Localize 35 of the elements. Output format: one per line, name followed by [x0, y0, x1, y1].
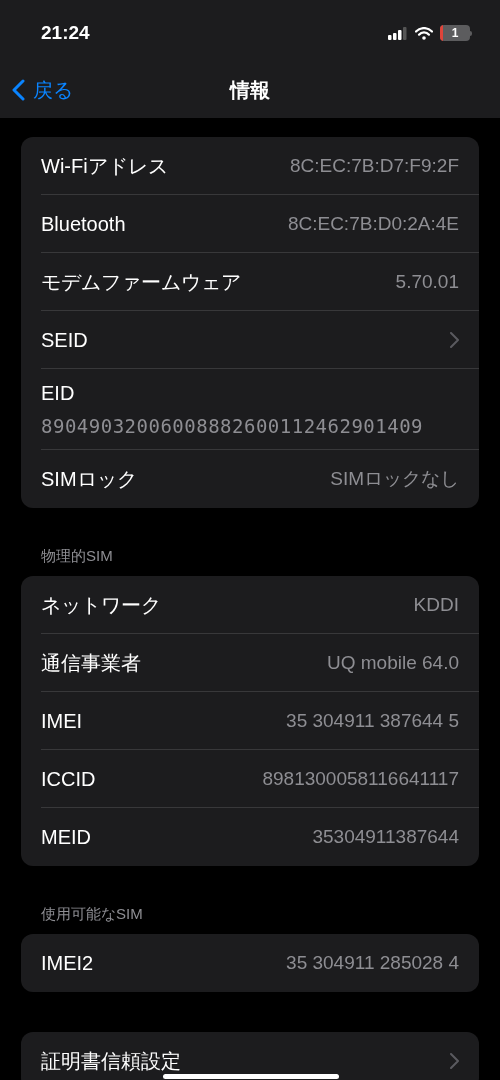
row-value: 35 304911 285028 4	[286, 951, 459, 975]
row-label: 通信事業者	[41, 650, 141, 675]
row-label: IMEI	[41, 708, 83, 733]
row-value: 5.70.01	[395, 269, 459, 294]
battery-icon: 1	[440, 25, 472, 41]
chevron-icon	[450, 1053, 459, 1069]
wifi-icon	[415, 26, 433, 40]
row-value: UQ mobile 64.0	[327, 650, 459, 675]
row-value: 89049032006008882600112462901409	[41, 413, 425, 439]
row-value: KDDI	[413, 592, 459, 617]
signal-icon	[388, 26, 408, 40]
status-time: 21:24	[41, 20, 90, 45]
row-value: 8C:EC:7B:D7:F9:2F	[290, 153, 459, 178]
row-label: Wi-Fiアドレス	[41, 153, 168, 178]
back-chevron-icon	[12, 79, 25, 101]
settings-row[interactable]: 証明書信頼設定	[41, 1032, 479, 1080]
chevron-icon	[450, 331, 459, 348]
row-label: ネットワーク	[41, 592, 161, 617]
row-label: Bluetooth	[41, 211, 126, 236]
row-label: EID	[41, 380, 76, 406]
row-label: SIMロック	[41, 467, 137, 491]
back-button[interactable]: 戻る	[0, 75, 73, 105]
row-value: SIMロックなし	[330, 467, 459, 491]
row-label: MEID	[41, 825, 91, 849]
row-label: モデムファームウェア	[41, 269, 241, 294]
settings-row[interactable]: SEID	[41, 311, 479, 369]
row-label: IMEI2	[41, 951, 94, 975]
section-header: 物理的SIM	[41, 547, 113, 564]
row-label: ICCID	[41, 766, 96, 791]
nav-title: 情報	[230, 78, 270, 103]
row-value: 35304911387644	[312, 825, 459, 849]
row-value: 8C:EC:7B:D0:2A:4E	[287, 211, 459, 236]
section-header: 使用可能なSIM	[41, 905, 143, 922]
row-value: 8981300058116641117	[262, 766, 459, 791]
row-value: 35 304911 387644 5	[286, 708, 459, 733]
